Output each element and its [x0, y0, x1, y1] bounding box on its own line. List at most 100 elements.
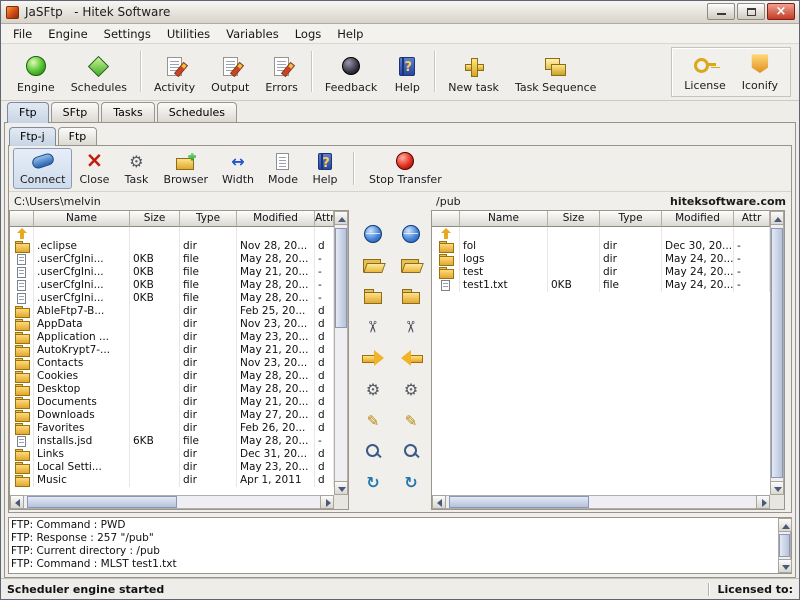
- column-header-size[interactable]: Size: [548, 211, 600, 227]
- column-header-name[interactable]: Name: [34, 211, 130, 227]
- search-button[interactable]: [397, 437, 425, 465]
- column-header-attr[interactable]: Attr: [734, 211, 770, 227]
- local-file-row[interactable]: CookiesdirMay 28, 20...d: [10, 370, 334, 383]
- local-file-row[interactable]: .userCfgIni...0KBfileMay 28, 20...-: [10, 279, 334, 292]
- scroll-down-button[interactable]: [770, 481, 784, 495]
- remote-file-row[interactable]: foldirDec 30, 20...-: [432, 240, 770, 253]
- feedback-button[interactable]: Feedback: [317, 46, 385, 97]
- subtab-ftp-j[interactable]: Ftp-j: [9, 127, 56, 146]
- local-file-row[interactable]: Local Setti...dirMay 23, 20...d: [10, 461, 334, 474]
- stop-transfer-button[interactable]: Stop Transfer: [362, 148, 449, 189]
- local-file-row[interactable]: AbleFtp7-B...dirFeb 25, 20...d: [10, 305, 334, 318]
- local-file-row[interactable]: installs.jsd6KBfileMay 28, 20...-: [10, 435, 334, 448]
- scrollbar-thumb[interactable]: [779, 534, 790, 557]
- remote-file-row[interactable]: test1.txt0KBfileMay 24, 20...-: [432, 279, 770, 292]
- remote-file-row[interactable]: logsdirMay 24, 20...-: [432, 253, 770, 266]
- scrollbar-thumb[interactable]: [335, 228, 347, 328]
- column-header-modified[interactable]: Modified: [662, 211, 734, 227]
- transfer-right-arrow-button[interactable]: [359, 344, 387, 372]
- minimize-button[interactable]: [707, 3, 735, 20]
- options-gear-button[interactable]: [397, 375, 425, 403]
- scroll-left-button[interactable]: [10, 495, 24, 509]
- close-button[interactable]: ×: [767, 3, 795, 20]
- scroll-right-button[interactable]: [756, 495, 770, 509]
- column-header-modified[interactable]: Modified: [237, 211, 315, 227]
- license-button[interactable]: License: [676, 49, 733, 95]
- menu-item-logs[interactable]: Logs: [287, 25, 330, 43]
- local-horizontal-scrollbar[interactable]: [10, 495, 334, 509]
- output-button[interactable]: Output: [203, 46, 257, 97]
- scroll-up-button[interactable]: [778, 518, 792, 532]
- help-button[interactable]: Help: [385, 46, 429, 97]
- local-file-row[interactable]: Application ...dirMay 23, 20...d: [10, 331, 334, 344]
- scrollbar-thumb[interactable]: [771, 228, 783, 478]
- local-file-row[interactable]: .userCfgIni...0KBfileMay 28, 20...-: [10, 253, 334, 266]
- folder-open-button[interactable]: [359, 251, 387, 279]
- column-header-type[interactable]: Type: [600, 211, 662, 227]
- local-file-row[interactable]: .userCfgIni...0KBfileMay 28, 20...-: [10, 292, 334, 305]
- local-file-row[interactable]: AppDatadirNov 23, 20...d: [10, 318, 334, 331]
- local-file-row[interactable]: DesktopdirMay 28, 20...d: [10, 383, 334, 396]
- scroll-up-button[interactable]: [770, 211, 784, 225]
- local-file-row[interactable]: LinksdirDec 31, 20...d: [10, 448, 334, 461]
- scrollbar-thumb[interactable]: [27, 496, 177, 508]
- close-button[interactable]: Close: [72, 148, 116, 189]
- transfer-left-arrow-button[interactable]: [397, 344, 425, 372]
- folder-new-button[interactable]: [397, 282, 425, 310]
- scroll-down-button[interactable]: [334, 481, 348, 495]
- subtab-ftp[interactable]: Ftp: [58, 127, 98, 145]
- help-button[interactable]: Help: [305, 148, 345, 189]
- edit-pencil-button[interactable]: [359, 406, 387, 434]
- maximize-button[interactable]: [737, 3, 765, 20]
- menu-item-utilities[interactable]: Utilities: [159, 25, 218, 43]
- local-file-row[interactable]: AutoKrypt7-...dirMay 21, 20...d: [10, 344, 334, 357]
- column-header-size[interactable]: Size: [130, 211, 180, 227]
- local-file-row[interactable]: [10, 227, 334, 240]
- folder-new-button[interactable]: [359, 282, 387, 310]
- column-header-type[interactable]: Type: [180, 211, 237, 227]
- menu-item-file[interactable]: File: [5, 25, 40, 43]
- local-file-row[interactable]: ContactsdirNov 23, 20...d: [10, 357, 334, 370]
- browser-button[interactable]: Browser: [156, 148, 215, 189]
- local-file-row[interactable]: .userCfgIni...0KBfileMay 21, 20...-: [10, 266, 334, 279]
- edit-pencil-button[interactable]: [397, 406, 425, 434]
- remote-vertical-scrollbar[interactable]: [770, 211, 784, 495]
- activity-button[interactable]: Activity: [146, 46, 203, 97]
- tab-ftp[interactable]: Ftp: [7, 102, 49, 123]
- tab-tasks[interactable]: Tasks: [101, 102, 154, 122]
- task-button[interactable]: Task: [116, 148, 156, 189]
- column-header-name[interactable]: Name: [460, 211, 548, 227]
- scrollbar-thumb[interactable]: [449, 496, 589, 508]
- local-file-row[interactable]: DownloadsdirMay 27, 20...d: [10, 409, 334, 422]
- folder-open-button[interactable]: [397, 251, 425, 279]
- width-button[interactable]: Width: [215, 148, 261, 189]
- options-gear-button[interactable]: [359, 375, 387, 403]
- local-file-row[interactable]: FavoritesdirFeb 26, 20...d: [10, 422, 334, 435]
- globe-connection-button[interactable]: [397, 220, 425, 248]
- remote-file-row[interactable]: testdirMay 24, 20...-: [432, 266, 770, 279]
- local-file-row[interactable]: MusicdirApr 1, 2011d: [10, 474, 334, 487]
- column-header-attr[interactable]: Attr: [315, 211, 334, 227]
- refresh-button[interactable]: [397, 468, 425, 496]
- scroll-right-button[interactable]: [320, 495, 334, 509]
- remote-horizontal-scrollbar[interactable]: [432, 495, 770, 509]
- mode-button[interactable]: Mode: [261, 148, 305, 189]
- refresh-button[interactable]: [359, 468, 387, 496]
- cut-scissors-button[interactable]: [397, 313, 425, 341]
- tab-sftp[interactable]: SFtp: [51, 102, 100, 122]
- cut-scissors-button[interactable]: [359, 313, 387, 341]
- log-vertical-scrollbar[interactable]: [778, 518, 791, 573]
- new-task-button[interactable]: New task: [440, 46, 507, 97]
- title-bar[interactable]: JaSFtp - Hitek Software ×: [1, 1, 799, 24]
- errors-button[interactable]: Errors: [257, 46, 306, 97]
- iconify-button[interactable]: Iconify: [734, 49, 786, 95]
- local-vertical-scrollbar[interactable]: [334, 211, 348, 495]
- search-button[interactable]: [359, 437, 387, 465]
- schedules-button[interactable]: Schedules: [63, 46, 135, 97]
- connect-button[interactable]: Connect: [13, 148, 72, 189]
- local-file-row[interactable]: .eclipsedirNov 28, 20...d: [10, 240, 334, 253]
- tab-schedules[interactable]: Schedules: [157, 102, 237, 122]
- menu-item-engine[interactable]: Engine: [40, 25, 95, 43]
- column-header-icon[interactable]: [10, 211, 34, 227]
- column-header-icon[interactable]: [432, 211, 460, 227]
